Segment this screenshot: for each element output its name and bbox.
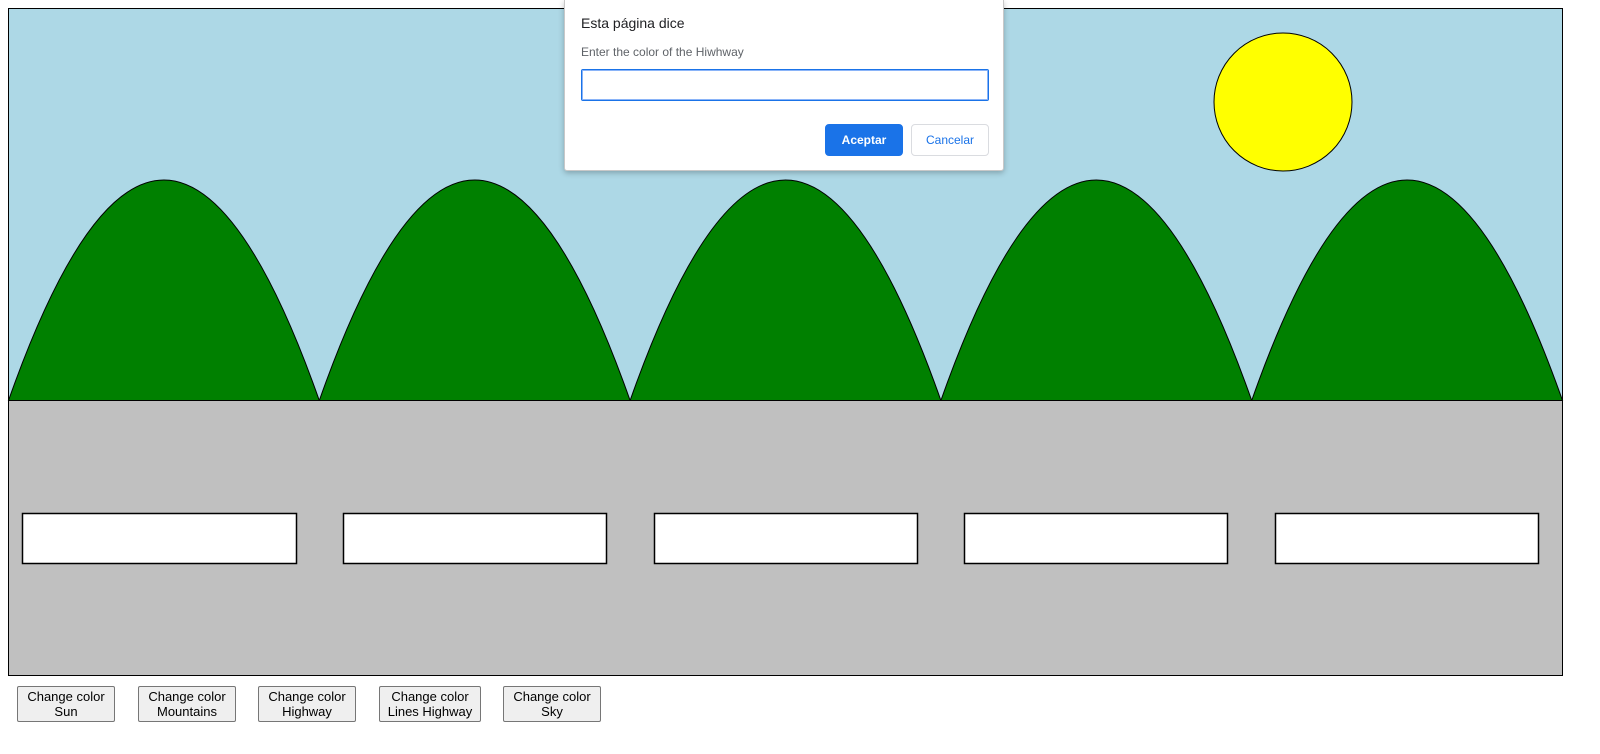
lane-line — [342, 512, 608, 565]
button-label-line2: Highway — [282, 704, 332, 719]
button-label-line2: Lines Highway — [387, 704, 473, 719]
button-label-line1: Change color — [513, 689, 591, 704]
change-mountains-color-button[interactable]: Change color Mountains — [138, 686, 236, 722]
prompt-dialog: Esta página dice Enter the color of the … — [564, 0, 1004, 171]
change-lines-highway-color-button[interactable]: Change color Lines Highway — [379, 686, 481, 722]
lane-line — [1274, 512, 1540, 565]
button-label-line1: Change color — [391, 689, 469, 704]
dialog-title: Esta página dice — [581, 15, 685, 31]
button-label-line2: Sky — [541, 704, 563, 719]
button-label-line1: Change color — [27, 689, 105, 704]
cancel-button[interactable]: Cancelar — [911, 124, 989, 156]
button-label-line2: Mountains — [157, 704, 217, 719]
change-sky-color-button[interactable]: Change color Sky — [503, 686, 601, 722]
button-label-line1: Change color — [148, 689, 226, 704]
change-highway-color-button[interactable]: Change color Highway — [258, 686, 356, 722]
sun — [1213, 32, 1353, 172]
accept-button[interactable]: Aceptar — [825, 124, 903, 156]
page: Change color Sun Change color Mountains … — [0, 0, 1600, 754]
button-label-line2: Sun — [54, 704, 78, 719]
change-sun-color-button[interactable]: Change color Sun — [17, 686, 115, 722]
highway-lines — [21, 512, 1540, 565]
dialog-message: Enter the color of the Hiwhway — [581, 45, 744, 59]
color-input[interactable] — [581, 69, 989, 101]
lane-line — [21, 512, 298, 565]
lane-line — [653, 512, 919, 565]
button-label-line1: Change color — [268, 689, 346, 704]
control-bar: Change color Sun Change color Mountains … — [17, 686, 717, 722]
lane-line — [963, 512, 1229, 565]
